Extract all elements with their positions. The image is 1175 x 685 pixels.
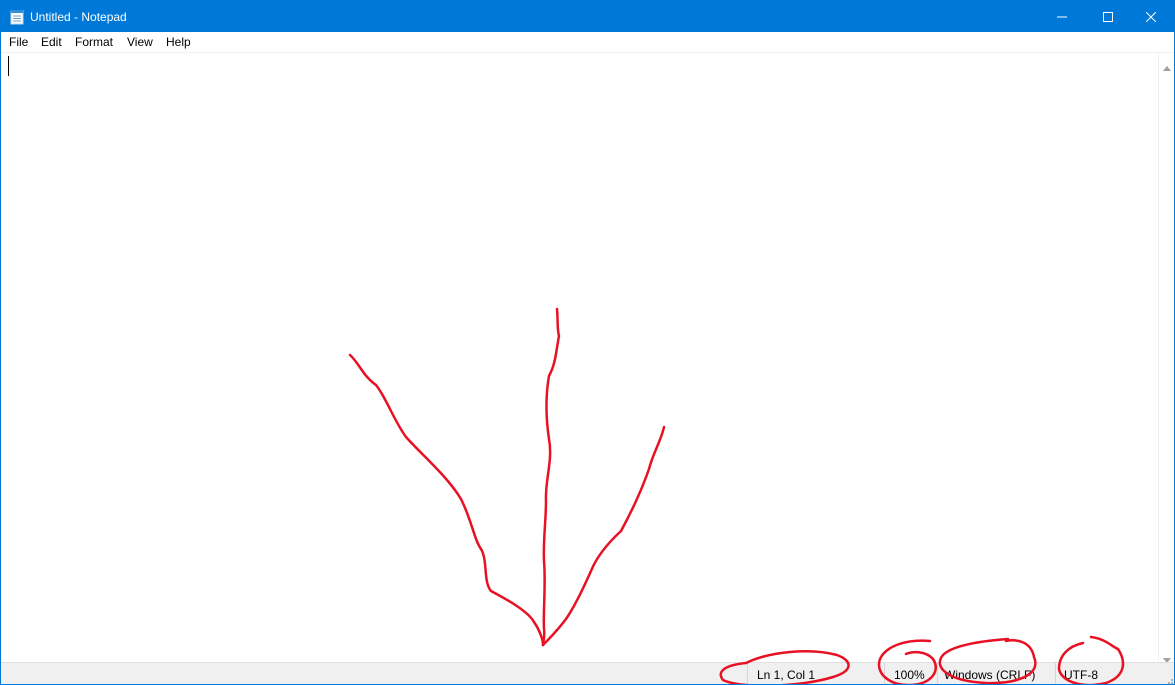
status-separator (884, 663, 885, 684)
scroll-up-arrow-icon[interactable] (1163, 58, 1171, 76)
menu-bar: File Edit Format View Help (1, 32, 1174, 53)
menu-format[interactable]: Format (75, 35, 113, 50)
close-icon (1146, 11, 1156, 22)
window-title: Untitled - Notepad (30, 10, 127, 24)
minimize-icon (1057, 12, 1067, 22)
text-editor-area[interactable] (1, 53, 1158, 661)
notepad-window: Untitled - Notepad File Edit Format View (0, 0, 1175, 685)
status-position: Ln 1, Col 1 (757, 668, 816, 682)
title-bar[interactable]: Untitled - Notepad (1, 1, 1174, 32)
minimize-button[interactable] (1039, 1, 1085, 32)
resize-grip-icon[interactable] (1163, 674, 1173, 684)
vertical-scrollbar[interactable] (1158, 53, 1174, 663)
status-zoom: 100% (894, 668, 925, 682)
maximize-icon (1103, 11, 1113, 22)
status-encoding: UTF-8 (1064, 668, 1098, 682)
menu-file[interactable]: File (9, 35, 28, 50)
status-bar: Ln 1, Col 1 100% Windows (CRLF) UTF-8 (1, 662, 1174, 684)
status-separator (1055, 663, 1056, 684)
notepad-icon (10, 9, 24, 25)
status-line-ending: Windows (CRLF) (944, 668, 1036, 682)
menu-help[interactable]: Help (166, 35, 191, 50)
status-separator (747, 663, 748, 684)
text-caret (8, 56, 9, 76)
menu-view[interactable]: View (127, 35, 153, 50)
close-button[interactable] (1128, 1, 1174, 32)
menu-edit[interactable]: Edit (41, 35, 62, 50)
maximize-button[interactable] (1085, 1, 1131, 32)
status-separator (937, 663, 938, 684)
